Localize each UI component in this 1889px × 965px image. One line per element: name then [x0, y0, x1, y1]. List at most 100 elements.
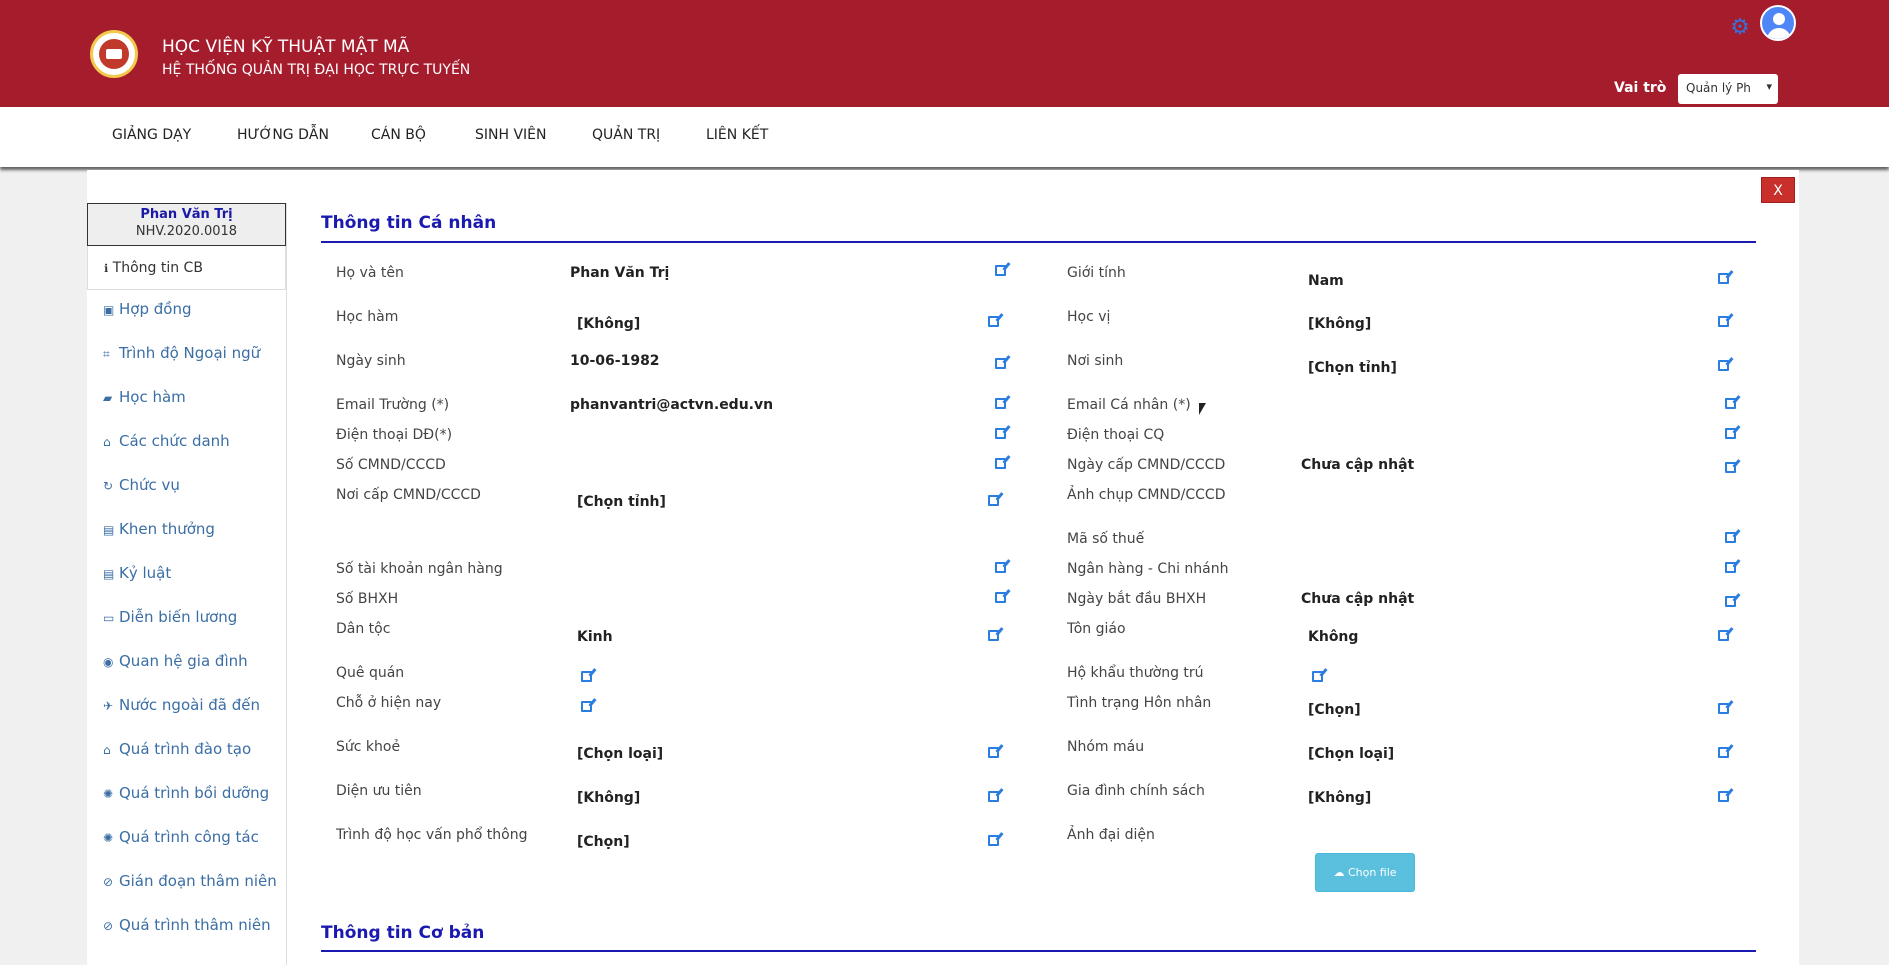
- sidebar-item-dien-bien-luong[interactable]: ▭ Diễn biến lương: [103, 608, 237, 626]
- sidebar-item-ky-luat[interactable]: ▤ Kỷ luật: [103, 564, 171, 582]
- field-value[interactable]: [Chọn loại]: [1308, 746, 1394, 762]
- nav-giang-day[interactable]: GIẢNG DẠY: [112, 127, 191, 143]
- edit-icon[interactable]: [1725, 562, 1736, 573]
- field-label: Nơi cấp CMND/CCCD: [336, 487, 481, 503]
- field-value[interactable]: [Chọn loại]: [577, 746, 663, 762]
- field-label: Giới tính: [1067, 265, 1126, 281]
- info-icon: ℹ: [104, 262, 109, 275]
- sidebar-item-tham-nien[interactable]: ⊘ Quá trình thâm niên: [103, 916, 271, 934]
- avatar[interactable]: [1760, 5, 1796, 41]
- gift-icon: ▤: [103, 523, 115, 537]
- book-icon: ▰: [103, 391, 113, 405]
- sidebar-item-hop-dong[interactable]: ▣ Hợp đồng: [103, 300, 191, 318]
- field-value: Phan Văn Trị: [570, 265, 670, 281]
- edit-icon[interactable]: [995, 458, 1006, 469]
- user-circle-icon: ◉: [103, 655, 114, 669]
- edit-icon[interactable]: [1312, 671, 1323, 682]
- sidebar-item-nuoc-ngoai[interactable]: ✈ Nước ngoài đã đến: [103, 696, 260, 714]
- sidebar-item-chuc-danh[interactable]: ⌂ Các chức danh: [103, 432, 230, 450]
- language-icon: ⌗: [103, 347, 110, 361]
- field-value[interactable]: Kinh: [577, 629, 613, 645]
- sidebar-item-dao-tao[interactable]: ⌂ Quá trình đào tạo: [103, 740, 251, 758]
- edit-icon[interactable]: [1718, 703, 1729, 714]
- edit-icon[interactable]: [988, 835, 999, 846]
- sidebar-item-thong-tin-cb[interactable]: ℹ Thông tin CB: [87, 246, 286, 290]
- field-value[interactable]: Không: [1308, 629, 1358, 645]
- field-value[interactable]: [Chọn]: [1308, 702, 1361, 718]
- gear-icon[interactable]: ⚙: [1728, 16, 1752, 40]
- nav-quan-tri[interactable]: QUẢN TRỊ: [592, 127, 660, 143]
- chevron-down-icon: ▾: [1766, 80, 1772, 93]
- edit-icon[interactable]: [1725, 428, 1736, 439]
- sidebar-item-ngoai-ngu[interactable]: ⌗ Trình độ Ngoại ngữ: [103, 344, 260, 362]
- field-label: Diện ưu tiên: [336, 783, 422, 799]
- plane-icon: ✈: [103, 699, 114, 713]
- money-icon: ▭: [103, 611, 115, 625]
- edit-icon[interactable]: [1718, 630, 1729, 641]
- sidebar-item-chuc-vu[interactable]: ↻ Chức vụ: [103, 476, 180, 494]
- edit-icon[interactable]: [988, 316, 999, 327]
- nav-sinh-vien[interactable]: SINH VIÊN: [475, 127, 547, 143]
- close-button[interactable]: X: [1761, 177, 1795, 203]
- edit-icon[interactable]: [988, 630, 999, 641]
- field-label: Mã số thuế: [1067, 531, 1145, 547]
- sidebar-item-boi-duong[interactable]: ✺ Quá trình bồi dưỡng: [103, 784, 269, 802]
- edit-icon[interactable]: [995, 428, 1006, 439]
- edit-icon[interactable]: [1725, 398, 1736, 409]
- sidebar-item-khen-thuong[interactable]: ▤ Khen thưởng: [103, 520, 215, 538]
- field-value[interactable]: [Không]: [1308, 316, 1371, 332]
- employee-card: Phan Văn Trị NHV.2020.0018: [87, 203, 286, 246]
- role-select[interactable]: Quản lý Ph ▾: [1678, 74, 1778, 104]
- field-value[interactable]: [Chọn tỉnh]: [1308, 360, 1397, 376]
- app-title: HỌC VIỆN KỸ THUẬT MẬT MÃ: [162, 37, 410, 57]
- employee-name: Phan Văn Trị: [140, 207, 233, 222]
- edit-icon[interactable]: [995, 592, 1006, 603]
- field-value[interactable]: [Chọn tỉnh]: [577, 494, 666, 510]
- field-label: Học vị: [1067, 309, 1111, 325]
- sidebar-item-gian-doan[interactable]: ⊘ Gián đoạn thâm niên: [103, 872, 277, 890]
- sidebar-item-cong-tac[interactable]: ✺ Quá trình công tác: [103, 828, 259, 846]
- field-label: Hộ khẩu thường trú: [1067, 665, 1204, 681]
- field-label: Số CMND/CCCD: [336, 457, 446, 473]
- field-label: Quê quán: [336, 665, 405, 681]
- edit-icon[interactable]: [995, 358, 1006, 369]
- edit-icon[interactable]: [988, 495, 999, 506]
- edit-icon[interactable]: [1725, 596, 1736, 607]
- field-label: Ảnh đại diện: [1067, 827, 1155, 843]
- edit-icon[interactable]: [581, 671, 592, 682]
- field-value[interactable]: [Không]: [577, 316, 640, 332]
- field-value[interactable]: [Không]: [577, 790, 640, 806]
- edit-icon[interactable]: [1718, 316, 1729, 327]
- field-label: Điện thoại CQ: [1067, 427, 1165, 443]
- ban-icon: ⊘: [103, 875, 114, 889]
- refresh-icon: ↻: [103, 479, 114, 493]
- field-value[interactable]: [Không]: [1308, 790, 1371, 806]
- cloud-upload-icon: ☁: [1333, 866, 1345, 879]
- nav-can-bo[interactable]: CÁN BỘ: [371, 127, 426, 143]
- field-value[interactable]: [Chọn]: [577, 834, 630, 850]
- edit-icon[interactable]: [995, 562, 1006, 573]
- edit-icon[interactable]: [995, 398, 1006, 409]
- edit-icon[interactable]: [1725, 462, 1736, 473]
- edit-icon[interactable]: [1718, 747, 1729, 758]
- certificate-icon: ✺: [103, 831, 114, 845]
- edit-icon[interactable]: [1718, 791, 1729, 802]
- edit-icon[interactable]: [1718, 360, 1729, 371]
- field-value: Chưa cập nhật: [1301, 457, 1415, 473]
- upload-button[interactable]: ☁ Chọn file: [1315, 853, 1415, 892]
- field-value[interactable]: Nam: [1308, 273, 1344, 289]
- field-label: Số BHXH: [336, 591, 399, 607]
- field-value: phanvantri@actvn.edu.vn: [570, 397, 774, 413]
- field-label: Trình độ học vấn phổ thông: [336, 827, 528, 843]
- nav-huong-dan[interactable]: HƯỚNG DẪN: [237, 127, 329, 143]
- edit-icon[interactable]: [1725, 532, 1736, 543]
- sidebar-item-quan-he-gia-dinh[interactable]: ◉ Quan hệ gia đình: [103, 652, 248, 670]
- nav-lien-ket[interactable]: LIÊN KẾT: [706, 127, 768, 143]
- edit-icon[interactable]: [581, 701, 592, 712]
- edit-icon[interactable]: [995, 265, 1006, 276]
- sidebar-item-hoc-ham[interactable]: ▰ Học hàm: [103, 388, 186, 406]
- edit-icon[interactable]: [988, 747, 999, 758]
- edit-icon[interactable]: [988, 791, 999, 802]
- edit-icon[interactable]: [1718, 273, 1729, 284]
- upload-label: Chọn file: [1347, 866, 1397, 879]
